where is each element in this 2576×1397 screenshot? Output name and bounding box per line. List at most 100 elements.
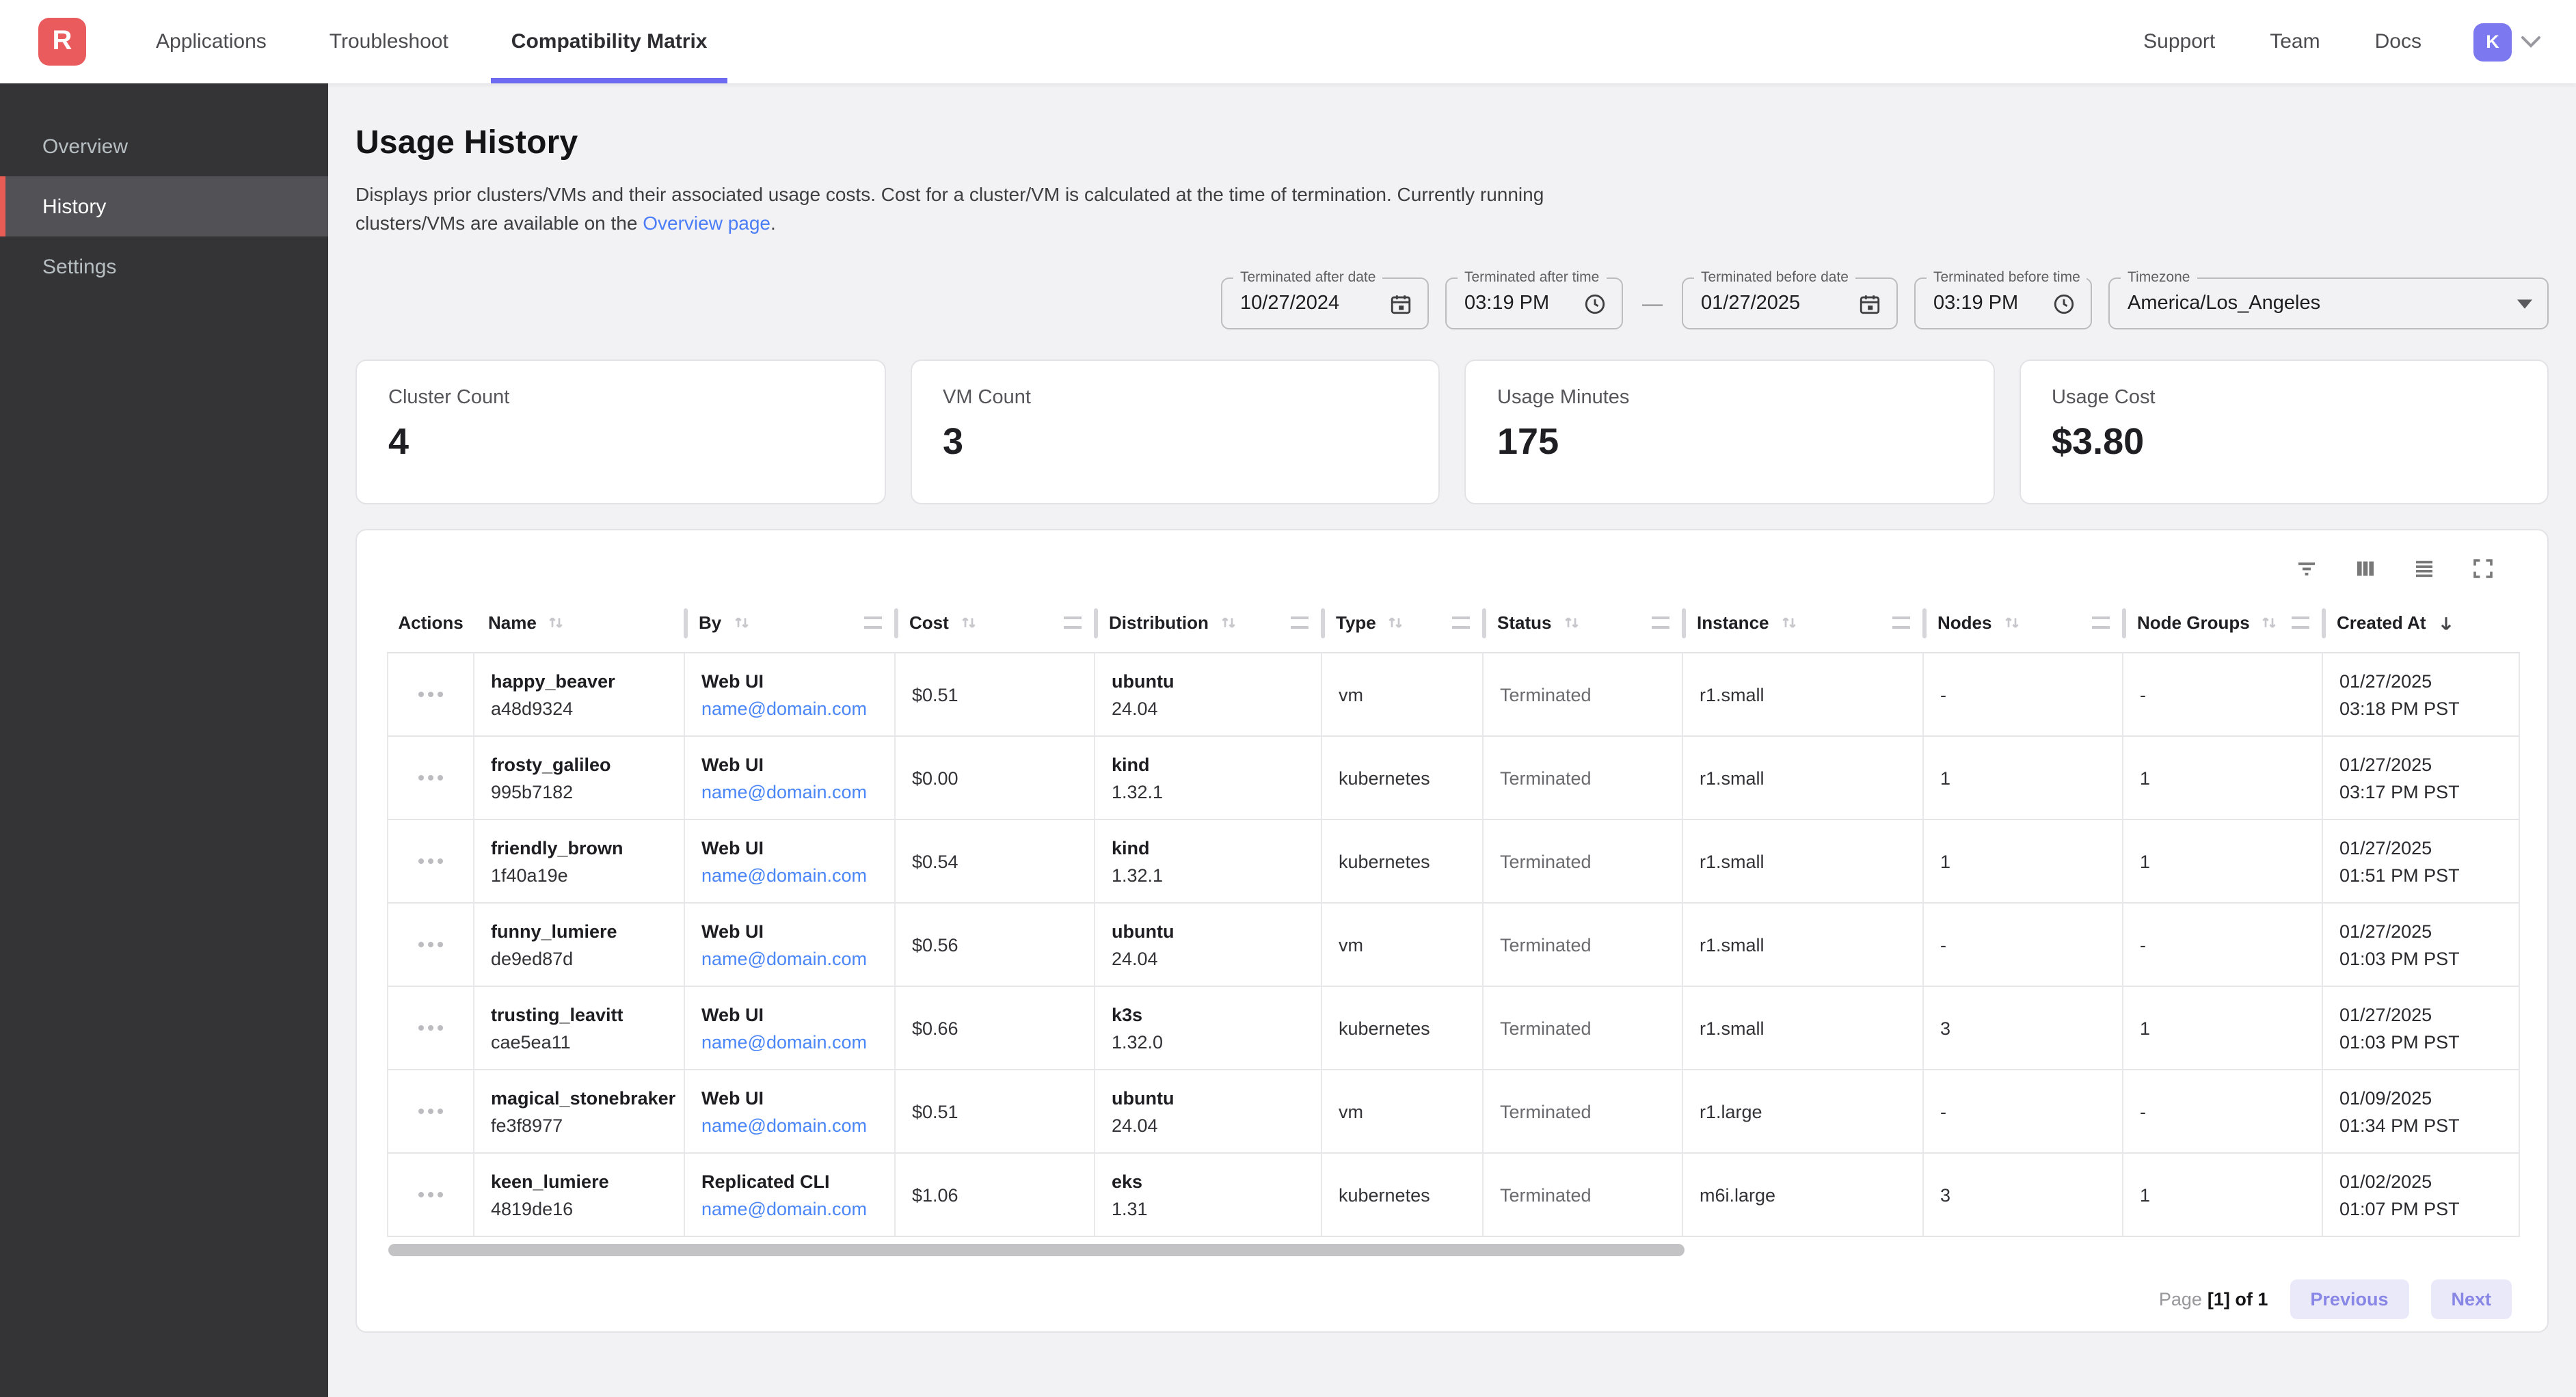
support-link[interactable]: Support xyxy=(2143,30,2215,53)
column-header-created-at[interactable]: Created At xyxy=(2323,593,2520,652)
terminated-after-time-input[interactable]: Terminated after time 03:19 PM xyxy=(1445,277,1623,329)
column-menu-icon[interactable] xyxy=(864,616,882,629)
column-menu-icon[interactable] xyxy=(2292,616,2309,629)
timezone-select[interactable]: Timezone America/Los_Angeles xyxy=(2108,277,2549,329)
sidebar-item-history[interactable]: History xyxy=(0,176,328,236)
column-header-type[interactable]: Type xyxy=(1322,593,1484,652)
horizontal-scrollbar-thumb[interactable] xyxy=(388,1244,1685,1256)
overview-page-link[interactable]: Overview page xyxy=(643,212,770,234)
email-link[interactable]: name@domain.com xyxy=(701,781,878,802)
terminated-before-time-input[interactable]: Terminated before time 03:19 PM xyxy=(1914,277,2092,329)
column-menu-icon[interactable] xyxy=(1892,616,1910,629)
sort-icon[interactable] xyxy=(546,612,567,633)
cell-node-groups: 1 xyxy=(2123,1154,2323,1236)
next-page-button[interactable]: Next xyxy=(2430,1279,2512,1319)
sidebar-item-settings[interactable]: Settings xyxy=(0,236,328,297)
email-link[interactable]: name@domain.com xyxy=(701,698,878,718)
email-link[interactable]: name@domain.com xyxy=(701,865,878,885)
email-link[interactable]: name@domain.com xyxy=(701,1031,878,1052)
cell-status: Terminated xyxy=(1484,737,1683,819)
terminated-after-date-input[interactable]: Terminated after date 10/27/2024 xyxy=(1221,277,1429,329)
column-header-node-groups[interactable]: Node Groups xyxy=(2123,593,2323,652)
sort-icon[interactable] xyxy=(1561,612,1581,633)
column-header-name[interactable]: Name xyxy=(474,593,685,652)
cell-distribution: ubuntu 24.04 xyxy=(1095,1070,1322,1152)
fullscreen-icon[interactable] xyxy=(2471,556,2495,581)
cell-nodes: 3 xyxy=(1924,987,2123,1069)
sidebar-item-overview[interactable]: Overview xyxy=(0,116,328,176)
cell-name: magical_stonebraker fe3f8977 xyxy=(474,1070,685,1152)
cell-name: friendly_brown 1f40a19e xyxy=(474,820,685,902)
nav-item-compatibility-matrix[interactable]: Compatibility Matrix xyxy=(491,0,728,83)
email-link[interactable]: name@domain.com xyxy=(701,948,878,968)
docs-link[interactable]: Docs xyxy=(2375,30,2421,53)
email-link[interactable]: name@domain.com xyxy=(701,1198,878,1219)
table-row: funny_lumiere de9ed87d Web UI name@domai… xyxy=(387,904,2520,987)
column-header-nodes[interactable]: Nodes xyxy=(1924,593,2123,652)
row-actions-menu-icon[interactable] xyxy=(416,1192,445,1197)
sort-icon[interactable] xyxy=(1386,612,1406,633)
clock-icon[interactable] xyxy=(1583,292,1607,315)
column-menu-icon[interactable] xyxy=(1064,616,1082,629)
column-header-distribution[interactable]: Distribution xyxy=(1095,593,1322,652)
column-header-status[interactable]: Status xyxy=(1484,593,1683,652)
column-menu-icon[interactable] xyxy=(2092,616,2110,629)
cell-node-groups: - xyxy=(2123,904,2323,986)
dropdown-arrow-icon[interactable] xyxy=(2517,299,2532,308)
row-actions-menu-icon[interactable] xyxy=(416,1025,445,1031)
previous-page-button[interactable]: Previous xyxy=(2290,1279,2409,1319)
cell-node-groups: 1 xyxy=(2123,737,2323,819)
cell-type: kubernetes xyxy=(1322,1154,1484,1236)
nav-item-applications[interactable]: Applications xyxy=(135,0,287,83)
row-actions-menu-icon[interactable] xyxy=(416,692,445,697)
column-menu-icon[interactable] xyxy=(1452,616,1470,629)
cell-status: Terminated xyxy=(1484,1070,1683,1152)
status-badge: Terminated xyxy=(1500,684,1665,705)
terminated-before-date-input[interactable]: Terminated before date 01/27/2025 xyxy=(1682,277,1898,329)
table-row: friendly_brown 1f40a19e Web UI name@doma… xyxy=(387,820,2520,904)
cell-name: funny_lumiere de9ed87d xyxy=(474,904,685,986)
cell-nodes: 3 xyxy=(1924,1154,2123,1236)
cell-instance: r1.small xyxy=(1683,904,1924,986)
cell-cost: $0.56 xyxy=(896,904,1095,986)
cell-cost: $0.54 xyxy=(896,820,1095,902)
column-menu-icon[interactable] xyxy=(1652,616,1669,629)
column-menu-icon[interactable] xyxy=(1291,616,1309,629)
clock-icon[interactable] xyxy=(2052,292,2076,315)
chevron-down-icon[interactable] xyxy=(2521,36,2540,48)
date-range-separator: — xyxy=(1639,292,1665,315)
sort-icon[interactable] xyxy=(731,612,751,633)
filter-icon[interactable] xyxy=(2294,556,2319,581)
nav-item-troubleshoot[interactable]: Troubleshoot xyxy=(309,0,469,83)
cell-node-groups: 1 xyxy=(2123,987,2323,1069)
row-actions-menu-icon[interactable] xyxy=(416,942,445,947)
cell-nodes: - xyxy=(1924,653,2123,735)
sort-icon[interactable] xyxy=(1218,612,1239,633)
stat-card-cluster-count: Cluster Count 4 xyxy=(355,360,885,504)
column-header-cost[interactable]: Cost xyxy=(896,593,1095,652)
sort-desc-icon[interactable] xyxy=(2436,612,2458,634)
density-icon[interactable] xyxy=(2412,556,2437,581)
sort-icon[interactable] xyxy=(2259,612,2280,633)
primary-nav: Applications Troubleshoot Compatibility … xyxy=(124,0,739,83)
sort-icon[interactable] xyxy=(958,612,979,633)
cell-by: Web UI name@domain.com xyxy=(685,1070,896,1152)
cell-type: kubernetes xyxy=(1322,737,1484,819)
sort-icon[interactable] xyxy=(2001,612,2022,633)
logo-letter: R xyxy=(53,26,72,57)
team-link[interactable]: Team xyxy=(2270,30,2320,53)
calendar-icon[interactable] xyxy=(1858,292,1881,315)
cell-node-groups: - xyxy=(2123,653,2323,735)
columns-icon[interactable] xyxy=(2353,556,2378,581)
row-actions-menu-icon[interactable] xyxy=(416,858,445,864)
row-actions-menu-icon[interactable] xyxy=(416,1109,445,1114)
column-header-instance[interactable]: Instance xyxy=(1683,593,1924,652)
calendar-icon[interactable] xyxy=(1389,292,1412,315)
avatar[interactable]: K xyxy=(2473,23,2512,61)
email-link[interactable]: name@domain.com xyxy=(701,1115,878,1135)
column-header-by[interactable]: By xyxy=(685,593,896,652)
cell-instance: r1.small xyxy=(1683,653,1924,735)
sort-icon[interactable] xyxy=(1779,612,1799,633)
replicated-logo[interactable]: R xyxy=(38,18,86,66)
row-actions-menu-icon[interactable] xyxy=(416,775,445,781)
